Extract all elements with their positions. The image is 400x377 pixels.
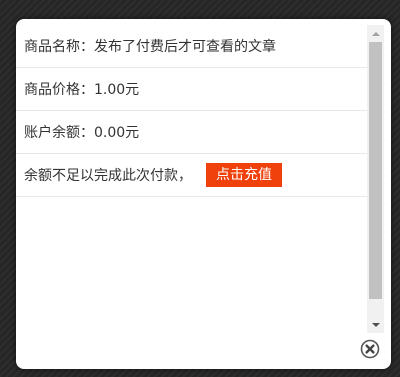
scroll-up-icon[interactable] xyxy=(367,25,384,42)
account-balance-label: 账户余额： xyxy=(24,125,94,141)
close-icon[interactable] xyxy=(360,339,380,359)
product-name-row: 商品名称： 发布了付费后才可查看的文章 xyxy=(16,25,367,68)
product-price-row: 商品价格： 1.00元 xyxy=(16,68,367,111)
account-balance-value: 0.00元 xyxy=(94,125,140,141)
account-balance-row: 账户余额： 0.00元 xyxy=(16,111,367,154)
insufficient-balance-text: 余额不足以完成此次付款， xyxy=(24,168,192,184)
scroll-down-icon[interactable] xyxy=(367,316,384,333)
product-name-value: 发布了付费后才可查看的文章 xyxy=(94,39,276,55)
product-price-label: 商品价格： xyxy=(24,82,94,98)
insufficient-balance-row: 余额不足以完成此次付款， 点击充值 xyxy=(16,154,367,197)
vertical-scrollbar[interactable] xyxy=(367,25,384,333)
scrollbar-thumb[interactable] xyxy=(369,42,382,299)
payment-dialog: 商品名称： 发布了付费后才可查看的文章 商品价格： 1.00元 账户余额： 0.… xyxy=(16,19,391,369)
dialog-content: 商品名称： 发布了付费后才可查看的文章 商品价格： 1.00元 账户余额： 0.… xyxy=(16,25,367,332)
product-price-value: 1.00元 xyxy=(94,82,140,98)
recharge-button[interactable]: 点击充值 xyxy=(206,163,282,187)
product-name-label: 商品名称： xyxy=(24,39,94,55)
